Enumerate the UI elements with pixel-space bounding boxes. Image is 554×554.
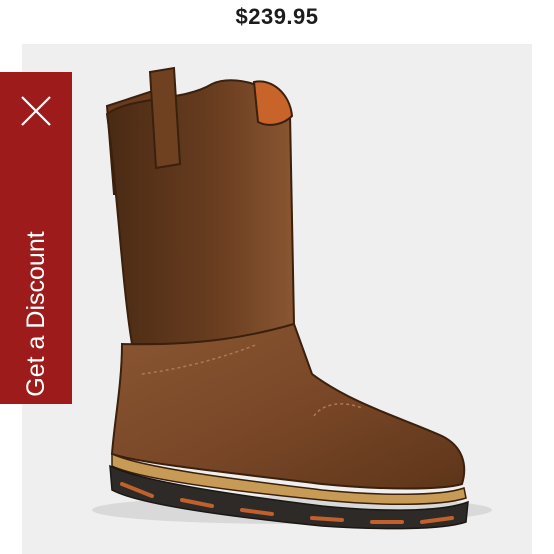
product-price: $239.95 — [235, 4, 319, 29]
get-discount-label: Get a Discount — [22, 231, 50, 397]
get-discount-tab[interactable]: Get a Discount — [0, 72, 72, 404]
product-image[interactable] — [22, 44, 532, 554]
close-icon[interactable] — [19, 94, 53, 128]
boot-illustration — [92, 66, 492, 530]
